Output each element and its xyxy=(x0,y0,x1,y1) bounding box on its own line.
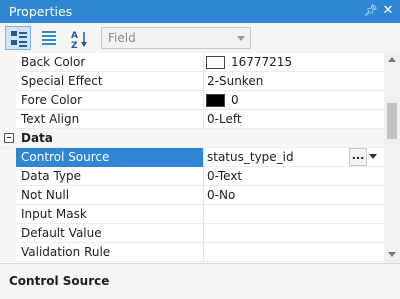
color-swatch xyxy=(206,56,225,69)
description-title: Control Source xyxy=(9,274,110,288)
scrollbar-thumb[interactable] xyxy=(387,103,397,139)
description-pane: Control Source xyxy=(0,263,400,299)
property-grid: Back Color 16777215 Special Effect 2-Sun… xyxy=(0,53,384,263)
column-separator xyxy=(203,224,204,243)
sort-az-icon: A Z xyxy=(71,31,87,49)
property-name: Back Color xyxy=(21,55,86,69)
row-gutter xyxy=(0,110,16,129)
property-value[interactable]: status_type_id xyxy=(207,150,294,164)
property-name: Default Value xyxy=(21,226,102,240)
column-separator xyxy=(203,205,204,224)
column-separator xyxy=(203,148,204,167)
sort-az-button[interactable]: A Z xyxy=(66,26,92,50)
categorized-icon xyxy=(11,31,27,47)
panel-title: Properties xyxy=(9,4,73,19)
builder-button[interactable]: ... xyxy=(349,148,367,166)
pin-icon[interactable]: 📌︎ xyxy=(364,3,378,19)
row-gutter xyxy=(0,91,16,110)
property-name: Fore Color xyxy=(21,93,83,107)
scroll-up-icon[interactable] xyxy=(388,57,396,62)
property-value[interactable]: 2-Sunken xyxy=(207,74,263,88)
svg-text:A: A xyxy=(71,31,78,41)
column-separator xyxy=(203,110,204,129)
row-gutter xyxy=(0,224,16,243)
property-value[interactable]: 0 xyxy=(231,93,239,107)
row-gutter xyxy=(0,167,16,186)
chevron-down-icon[interactable] xyxy=(369,154,377,159)
column-separator xyxy=(203,167,204,186)
column-separator xyxy=(203,72,204,91)
svg-text:Z: Z xyxy=(71,41,78,49)
property-row[interactable]: Fore Color 0 xyxy=(0,91,384,110)
property-row[interactable]: Data Type 0-Text xyxy=(0,167,384,186)
chevron-down-icon xyxy=(237,36,245,41)
vertical-scrollbar[interactable] xyxy=(384,53,400,263)
property-name: Not Null xyxy=(21,188,70,202)
row-gutter xyxy=(0,53,16,72)
column-separator xyxy=(203,53,204,72)
column-separator xyxy=(203,91,204,110)
categorized-view-button[interactable] xyxy=(5,26,31,50)
category-row-data[interactable]: Data xyxy=(0,129,384,148)
scroll-down-icon[interactable] xyxy=(388,252,396,257)
property-name: Text Align xyxy=(21,112,80,126)
alphabetical-view-button[interactable] xyxy=(36,26,62,50)
property-row[interactable]: Validation Rule xyxy=(0,243,384,262)
color-swatch xyxy=(206,94,225,107)
row-gutter xyxy=(0,186,16,205)
close-icon[interactable]: ✕ xyxy=(381,3,395,19)
property-name: Input Mask xyxy=(21,207,87,221)
collapse-icon[interactable] xyxy=(4,133,14,143)
property-row[interactable]: Input Mask xyxy=(0,205,384,224)
row-gutter xyxy=(0,72,16,91)
row-gutter xyxy=(0,243,16,262)
property-row[interactable]: Default Value xyxy=(0,224,384,243)
property-name: Data Type xyxy=(21,169,82,183)
property-name: Validation Rule xyxy=(21,245,111,259)
property-name: Control Source xyxy=(21,150,110,164)
column-separator xyxy=(203,243,204,262)
property-value[interactable]: 16777215 xyxy=(231,55,292,69)
column-separator xyxy=(203,186,204,205)
object-selector-dropdown[interactable]: Field xyxy=(101,27,251,49)
property-row-selected[interactable]: Control Source status_type_id ... xyxy=(0,148,384,167)
property-row[interactable]: Text Align 0-Left xyxy=(0,110,384,129)
property-row[interactable]: Special Effect 2-Sunken xyxy=(0,72,384,91)
row-gutter xyxy=(0,148,16,167)
property-name: Special Effect xyxy=(21,74,103,88)
alphabetical-list-icon xyxy=(42,31,56,45)
property-value[interactable]: 0-Text xyxy=(207,169,242,183)
category-name: Data xyxy=(21,131,53,145)
property-value[interactable]: 0-No xyxy=(207,188,235,202)
property-value[interactable]: 0-Left xyxy=(207,112,242,126)
property-row[interactable]: Not Null 0-No xyxy=(0,186,384,205)
object-selector-value: Field xyxy=(108,31,136,45)
properties-title-bar: Properties 📌︎ ✕ xyxy=(0,0,400,23)
property-row[interactable]: Back Color 16777215 xyxy=(0,53,384,72)
row-gutter xyxy=(0,205,16,224)
